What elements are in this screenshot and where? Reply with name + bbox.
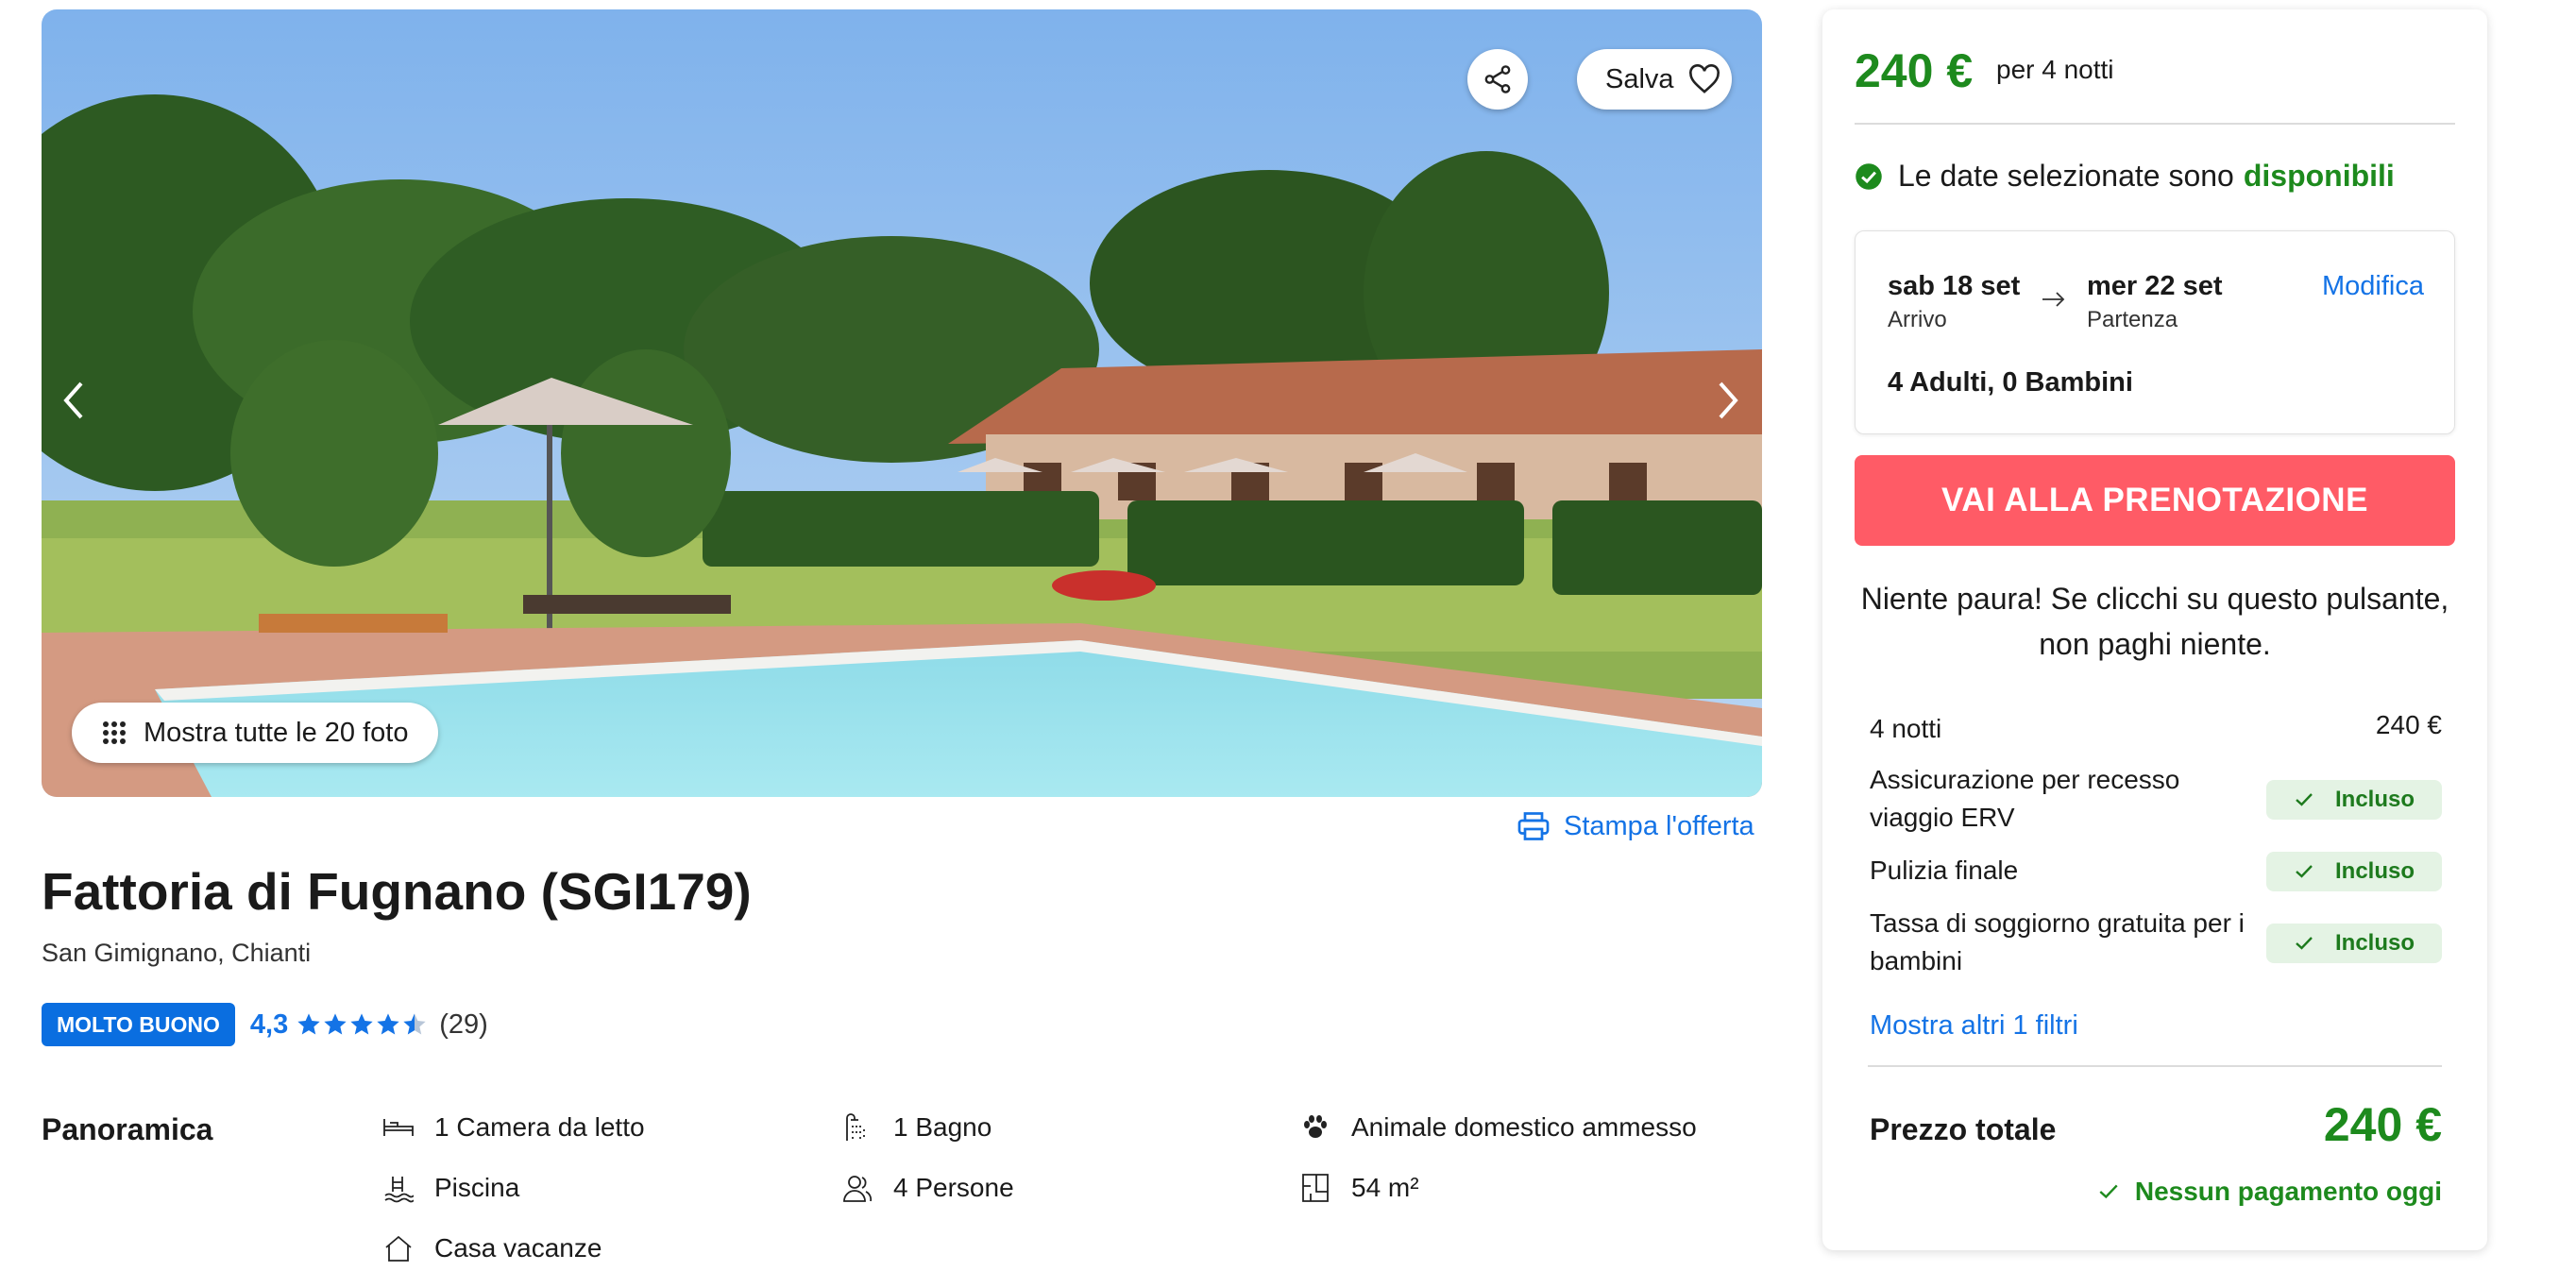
paw-icon [1304, 1115, 1327, 1138]
price-period: per 4 notti [1996, 55, 2114, 84]
feature-label: Casa vacanze [434, 1233, 602, 1263]
book-now-button[interactable]: VAI ALLA PRENOTAZIONE [1855, 455, 2455, 546]
printer-icon [1517, 812, 1550, 840]
nights-price: 240 € [2375, 710, 2442, 739]
included-value: Incluso [2334, 787, 2415, 812]
checkin-date: sab 18 set [1888, 271, 2021, 301]
rating-score[interactable]: 4,3 [250, 1009, 288, 1041]
heart-icon [1688, 64, 1720, 93]
property-title: Fattoria di Fugnano (SGI179) [42, 862, 752, 921]
feature-label: Piscina [434, 1173, 520, 1202]
included-item-label: Assicurazione per recesso viaggio ERV [1870, 765, 2180, 832]
included-item-label: Pulizia finale [1870, 856, 2019, 885]
floorplan-icon [1302, 1174, 1329, 1202]
feature-bedroom: 1 Camera da letto [381, 1110, 645, 1144]
review-count[interactable]: (29) [439, 1009, 488, 1041]
total-price: 240 € [2323, 1098, 2442, 1151]
grid-icon [103, 721, 126, 744]
no-payment-note: Nessun pagamento oggi [2097, 1177, 2442, 1207]
total-price-label: Prezzo totale [1870, 1112, 2057, 1146]
divider [1868, 1065, 2442, 1067]
included-value: Incluso [2334, 930, 2415, 956]
persons-icon [843, 1176, 873, 1202]
availability-status: disponibili [2243, 159, 2395, 193]
star-icon [324, 1013, 347, 1035]
included-item-label: Tassa di soggiorno gratuita per i bambin… [1870, 908, 2245, 975]
save-label: Salva [1605, 63, 1674, 94]
divider [1855, 123, 2455, 125]
show-all-photos-button[interactable]: Mostra tutte le 20 foto [72, 703, 439, 763]
print-offer-label: Stampa l'offerta [1564, 810, 1754, 841]
feature-label: Animale domestico ammesso [1351, 1112, 1697, 1142]
feature-pets: Animale domestico ammesso [1298, 1110, 1697, 1144]
chevron-left-icon [63, 381, 83, 419]
included-badge: Incluso [2266, 780, 2442, 820]
property-location: San Gimignano, Chianti [42, 939, 312, 967]
reassurance-text: Niente paura! Se clicchi su questo pulsa… [1860, 582, 2449, 661]
show-more-filters-link[interactable]: Mostra altri 1 filtri [1870, 1010, 2078, 1042]
check-icon [2296, 937, 2313, 950]
rating-badge: MOLTO BUONO [42, 1003, 235, 1046]
price: 240 € [1855, 44, 1974, 97]
checkin-label: Arrivo [1888, 307, 1947, 332]
feature-label: 4 Persone [893, 1173, 1014, 1202]
feature-area: 54 m² [1298, 1171, 1419, 1205]
pool-icon [384, 1177, 414, 1203]
feature-label: 1 Bagno [893, 1112, 992, 1142]
share-icon [1484, 65, 1511, 93]
check-circle-icon [1856, 162, 1882, 190]
half-star-icon [403, 1013, 426, 1035]
guests-summary: 4 Adulti, 0 Bambini [1888, 367, 2133, 398]
house-icon [385, 1235, 412, 1262]
included-badge: Incluso [2266, 852, 2442, 891]
modify-dates-link[interactable]: Modifica [2322, 271, 2424, 302]
show-all-photos-label: Mostra tutte le 20 foto [144, 717, 409, 748]
check-icon [2296, 865, 2313, 878]
checkout-date: mer 22 set [2087, 271, 2223, 301]
property-photo[interactable]: Salva Mostra tutte le 20 foto [42, 9, 1762, 797]
feature-pool: Piscina [381, 1171, 519, 1205]
included-value: Incluso [2334, 858, 2415, 884]
overview-title: Panoramica [42, 1112, 213, 1146]
availability-message: Le date selezionate sono disponibili [1855, 159, 2395, 194]
availability-text: Le date selezionate sono [1898, 159, 2234, 193]
no-payment-text: Nessun pagamento oggi [2134, 1177, 2442, 1206]
checkout-label: Partenza [2087, 307, 2178, 332]
feature-bathroom: 1 Bagno [840, 1110, 991, 1144]
chevron-right-icon [1719, 381, 1738, 419]
nights-label: 4 notti [1870, 714, 1942, 743]
print-offer-link[interactable]: Stampa l'offerta [1517, 810, 1754, 842]
feature-type: Casa vacanze [381, 1231, 602, 1265]
save-button[interactable]: Salva [1577, 49, 1732, 110]
feature-label: 54 m² [1351, 1173, 1419, 1202]
feature-persons: 4 Persone [840, 1171, 1014, 1205]
bed-icon [383, 1119, 414, 1136]
previous-photo-arrow[interactable] [60, 380, 89, 430]
star-icon [377, 1013, 399, 1035]
check-icon [2296, 793, 2313, 806]
dates-selector[interactable]: sab 18 set Arrivo mer 22 set Partenza Mo… [1855, 230, 2455, 434]
star-icon [297, 1013, 320, 1035]
booking-card: 240 € per 4 notti Le date selezionate so… [1822, 9, 2487, 1250]
included-badge: Incluso [2266, 924, 2442, 963]
next-photo-arrow[interactable] [1713, 380, 1741, 430]
check-icon [2099, 1184, 2118, 1199]
rating-row: MOLTO BUONO 4,3 (29) [42, 1003, 488, 1046]
star-rating [296, 1011, 428, 1038]
share-button[interactable] [1467, 49, 1528, 110]
feature-label: 1 Camera da letto [434, 1112, 645, 1142]
star-icon [350, 1013, 373, 1035]
pool-scene-image [42, 9, 1762, 797]
arrow-right-icon [2042, 292, 2065, 307]
shower-icon [846, 1113, 865, 1141]
